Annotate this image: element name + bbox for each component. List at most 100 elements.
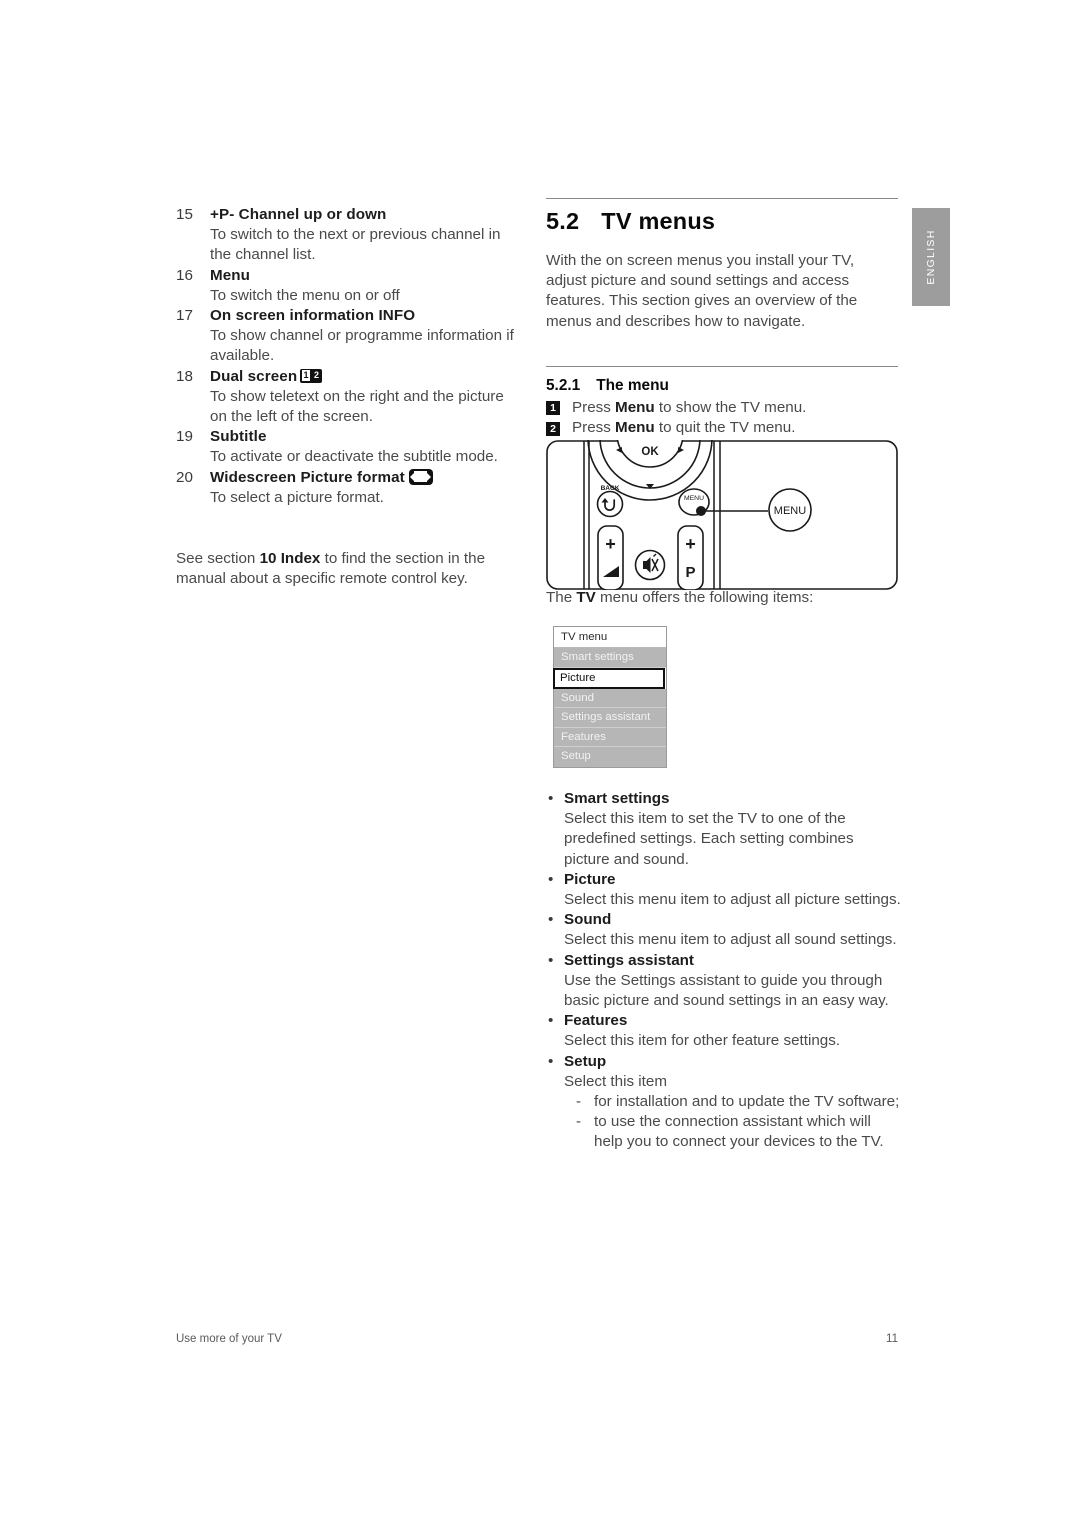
description-title: Smart settings: [546, 789, 902, 809]
description-settings-assistant: Settings assistant Use the Settings assi…: [546, 951, 902, 1012]
item-term: Subtitle: [210, 428, 267, 446]
remote-menu-label: MENU: [684, 495, 704, 502]
step-1-after: to show the TV menu.: [654, 398, 807, 416]
tv-menu-item-smart-settings[interactable]: Smart settings: [554, 648, 666, 668]
tv-menu-item-setup[interactable]: Setup: [554, 747, 666, 767]
description-title: Features: [546, 1011, 902, 1031]
step-1-key: Menu: [615, 398, 655, 416]
description-sub-item: for installation and to update the TV so…: [546, 1092, 902, 1112]
list-item: 20 Widescreen Picture format To select a…: [176, 468, 524, 508]
description-body: Select this item for other feature setti…: [564, 1032, 841, 1050]
see-section-note: See section 10 Index to find the section…: [176, 549, 526, 589]
description-picture: Picture Select this menu item to adjust …: [546, 870, 902, 910]
section-number: 5.2: [546, 208, 580, 234]
description-body: Select this item: [564, 1072, 667, 1090]
description-smart-settings: Smart settings Select this item to set t…: [546, 789, 902, 870]
description-title: Sound: [546, 910, 902, 930]
language-side-tab-label: ENGLISH: [925, 229, 937, 285]
step-2-before: Press: [572, 419, 616, 437]
widescreen-icon-screen: [414, 471, 428, 483]
step-1: 1 Press Menu to show the TV menu.: [546, 398, 898, 418]
description-title: Setup: [546, 1052, 902, 1072]
item-description: To select a picture format.: [210, 488, 384, 506]
right-column: 5.2 TV menus With the on screen menus you…: [546, 198, 898, 438]
language-side-tab: ENGLISH: [912, 208, 950, 306]
tv-menu-item-features[interactable]: Features: [554, 727, 666, 748]
offers-bold: TV: [576, 589, 596, 606]
subsection-heading: 5.2.1 The menu: [546, 376, 898, 396]
item-term: +P- Channel up or down: [210, 206, 387, 223]
list-item: 16 Menu To switch the menu on or off: [176, 266, 524, 306]
widescreen-icon-arrow-right: [427, 472, 432, 481]
tv-menu-item-settings-assistant[interactable]: Settings assistant: [554, 708, 666, 728]
tv-menu-item-sound[interactable]: Sound: [554, 688, 666, 709]
remote-control-illustration: OK BACK MENU MENU + + P: [546, 375, 898, 591]
see-section-before: See section: [176, 550, 260, 567]
offers-after: menu offers the following items:: [595, 589, 814, 606]
menu-offers-line: The TV menu offers the following items:: [546, 588, 813, 608]
widescreen-format-icon: [408, 468, 433, 485]
description-body: Select this item to set the TV to one of…: [564, 810, 854, 868]
item-description: To switch to the next or previous channe…: [210, 226, 501, 264]
description-body: Use the Settings assistant to guide you …: [564, 971, 889, 1010]
description-title: Settings assistant: [546, 951, 902, 971]
item-term: Dual screen: [210, 367, 298, 385]
programme-plus-label: +: [685, 534, 696, 554]
step-badge-2: 2: [546, 421, 560, 436]
section-intro: With the on screen menus you install you…: [546, 252, 858, 330]
step-1-before: Press: [572, 398, 616, 416]
description-sub-item: to use the connection assistant which wi…: [546, 1112, 902, 1152]
item-description: To activate or deactivate the subtitle m…: [210, 448, 498, 466]
page-title: 5.2 TV menus: [546, 208, 898, 234]
tv-menu-header: TV menu: [554, 627, 666, 648]
item-description: To switch the menu on or off: [210, 286, 400, 304]
step-2: 2 Press Menu to quit the TV menu.: [546, 418, 898, 438]
programme-letter-label: P: [685, 564, 695, 581]
manual-page: 15 +P- Channel up or down To switch to t…: [0, 0, 1080, 1528]
subsection-title: The menu: [596, 376, 669, 394]
item-number: 16: [176, 266, 193, 284]
dual-screen-icon: 12: [300, 368, 323, 383]
divider-subsection: [546, 365, 898, 367]
item-description: To show teletext on the right and the pi…: [210, 387, 504, 426]
step-2-after: to quit the TV menu.: [654, 419, 796, 437]
item-term: Menu: [210, 266, 251, 284]
callout-menu-label: MENU: [774, 505, 806, 517]
subsection-number: 5.2.1: [546, 376, 581, 394]
description-body: Select this menu item to adjust all soun…: [564, 931, 897, 949]
divider-top: [546, 198, 898, 199]
tv-menu-item-picture[interactable]: Picture: [553, 667, 665, 689]
dual-screen-icon-1: 1: [301, 370, 311, 382]
step-2-key: Menu: [615, 419, 655, 437]
item-term: On screen information INFO: [210, 307, 416, 325]
left-column: 15 +P- Channel up or down To switch to t…: [176, 205, 524, 508]
list-item: 18 Dual screen 1 2 To show teletext on the…: [176, 367, 524, 428]
item-number: 18: [176, 367, 193, 385]
description-features: Features Select this item for other feat…: [546, 1011, 902, 1051]
offers-before: The: [546, 589, 577, 606]
item-term: Widescreen Picture format: [210, 468, 405, 486]
item-number: 19: [176, 428, 193, 446]
remote-ok-label: OK: [641, 446, 659, 458]
description-setup: Setup Select this item for installation …: [546, 1052, 902, 1153]
list-item: 15 +P- Channel up or down To switch to t…: [176, 205, 524, 266]
volume-plus-label: +: [605, 534, 616, 554]
page-number: 11: [886, 1333, 898, 1345]
page-footer: Use more of your TV 11: [176, 1333, 898, 1345]
item-description: To show channel or programme information…: [210, 327, 514, 365]
tv-menu-screenshot: TV menu Smart settings Picture Sound Set…: [553, 626, 667, 768]
menu-item-descriptions: Smart settings Select this item to set t…: [546, 789, 902, 1153]
see-section-reference: 10 Index: [259, 550, 321, 567]
description-body: Select this menu item to adjust all pict…: [564, 891, 901, 909]
list-item: 17 On screen information INFO To show ch…: [176, 306, 524, 367]
step-badge-1: 1: [546, 401, 560, 416]
description-title: Picture: [546, 870, 902, 890]
item-number: 15: [176, 206, 193, 223]
footer-chapter-label: Use more of your TV: [176, 1333, 282, 1345]
dual-screen-icon-2: 2: [312, 370, 321, 382]
item-number: 20: [176, 468, 193, 486]
widescreen-icon-arrow-left: [410, 472, 415, 481]
description-sound: Sound Select this menu item to adjust al…: [546, 910, 902, 950]
list-item: 19 Subtitle To activate or deactivate th…: [176, 427, 524, 467]
item-number: 17: [176, 307, 193, 325]
